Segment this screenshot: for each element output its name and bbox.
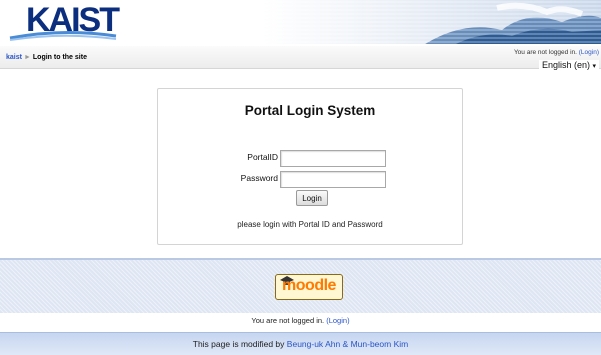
breadcrumb: kaist ► Login to the site	[6, 54, 87, 61]
login-button[interactable]: Login	[296, 190, 328, 206]
password-input[interactable]	[280, 171, 386, 188]
header-banner-image	[262, 0, 601, 44]
footer-status-text: You are not logged in.	[251, 316, 325, 325]
modified-by-line: This page is modified by Beung-uk Ahn & …	[193, 339, 408, 349]
language-select-value: English (en)	[541, 60, 590, 70]
portal-id-label: PortalID	[247, 152, 278, 162]
password-label: Password	[240, 173, 278, 183]
login-title: Portal Login System	[244, 103, 376, 118]
footer-login-link[interactable]: (Login)	[326, 316, 349, 325]
breadcrumb-current: Login to the site	[32, 54, 87, 61]
footer-credits-bar: This page is modified by Beung-uk Ahn & …	[0, 332, 601, 355]
logo-swoosh-icon	[9, 30, 117, 41]
chevron-down-icon: ▾	[592, 63, 596, 70]
breadcrumb-separator-icon: ►	[23, 54, 31, 61]
login-info-text: You are not logged in.	[513, 49, 577, 56]
footer-login-status: You are not logged in. (Login)	[0, 313, 601, 329]
header-login-link[interactable]: (Login)	[579, 49, 599, 56]
moodle-logo-text: moodle	[282, 277, 336, 294]
moodle-logo[interactable]: moodle	[275, 274, 343, 300]
login-info: You are not logged in. (Login)	[514, 49, 599, 56]
site-header: KAIST	[0, 0, 601, 44]
login-hint: please login with Portal ID and Password	[237, 220, 383, 229]
language-select[interactable]: English (en) ▾	[538, 60, 599, 70]
breadcrumb-home-link[interactable]: kaist	[6, 54, 22, 61]
authors-link[interactable]: Beung-uk Ahn & Mun-beom Kim	[287, 339, 408, 349]
navigation-bar: kaist ► Login to the site You are not logg…	[0, 46, 601, 70]
portal-id-input[interactable]	[280, 150, 386, 167]
modified-by-prefix: This page is modified by	[192, 339, 285, 349]
login-form: Portal Login System PortalID Password Lo…	[157, 88, 463, 245]
